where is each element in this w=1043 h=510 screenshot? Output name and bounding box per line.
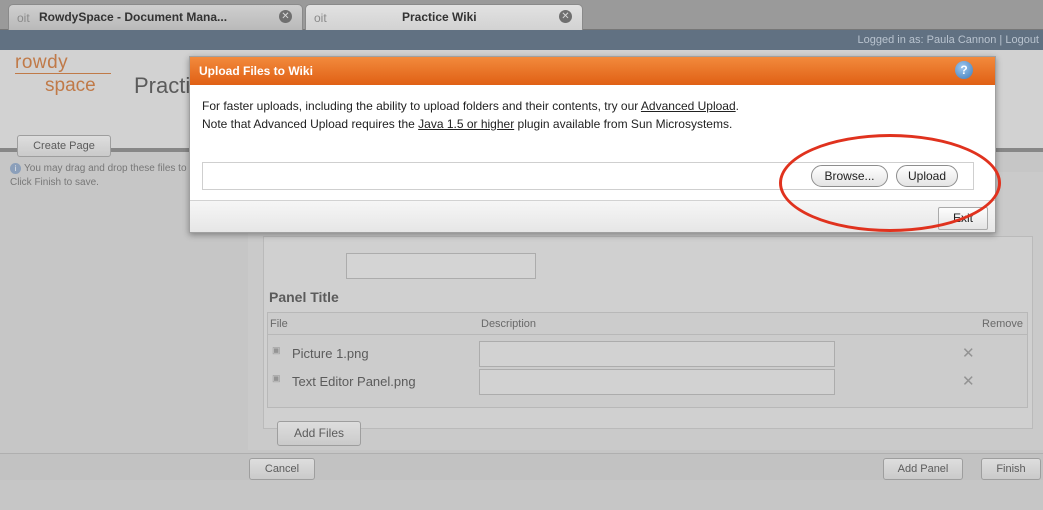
message-line-1: For faster uploads, including the abilit…: [202, 97, 739, 115]
message-line-2: Note that Advanced Upload requires the J…: [202, 115, 739, 133]
advanced-upload-link[interactable]: Advanced Upload: [641, 99, 736, 113]
message-text: plugin available from Sun Microsystems.: [514, 117, 733, 131]
tab-title: Practice Wiki: [402, 10, 477, 24]
close-tab-icon[interactable]: ✕: [279, 10, 292, 23]
dialog-title-bar: Upload Files to Wiki ?: [190, 57, 995, 85]
message-text: Note that Advanced Upload requires the: [202, 117, 419, 131]
browser-tab-rowdyspace[interactable]: oit RowdySpace - Document Mana... ✕: [8, 4, 303, 30]
message-text: For faster uploads, including the abilit…: [202, 99, 641, 113]
close-tab-icon[interactable]: ✕: [559, 10, 572, 23]
message-text: .: [735, 99, 739, 113]
dialog-message: For faster uploads, including the abilit…: [202, 97, 739, 133]
browser-tab-practice-wiki[interactable]: oit Practice Wiki ✕: [305, 4, 583, 30]
java-link[interactable]: Java 1.5 or higher: [418, 117, 514, 131]
tab-title: RowdySpace - Document Mana...: [39, 10, 228, 24]
highlight-ellipse: [779, 134, 1001, 232]
oit-favicon-icon: oit: [314, 11, 327, 25]
browser-tab-strip: oit RowdySpace - Document Mana... ✕ oit …: [0, 0, 1043, 30]
oit-favicon-icon: oit: [17, 11, 30, 25]
dialog-title: Upload Files to Wiki: [199, 64, 313, 78]
help-icon[interactable]: ?: [955, 61, 973, 79]
